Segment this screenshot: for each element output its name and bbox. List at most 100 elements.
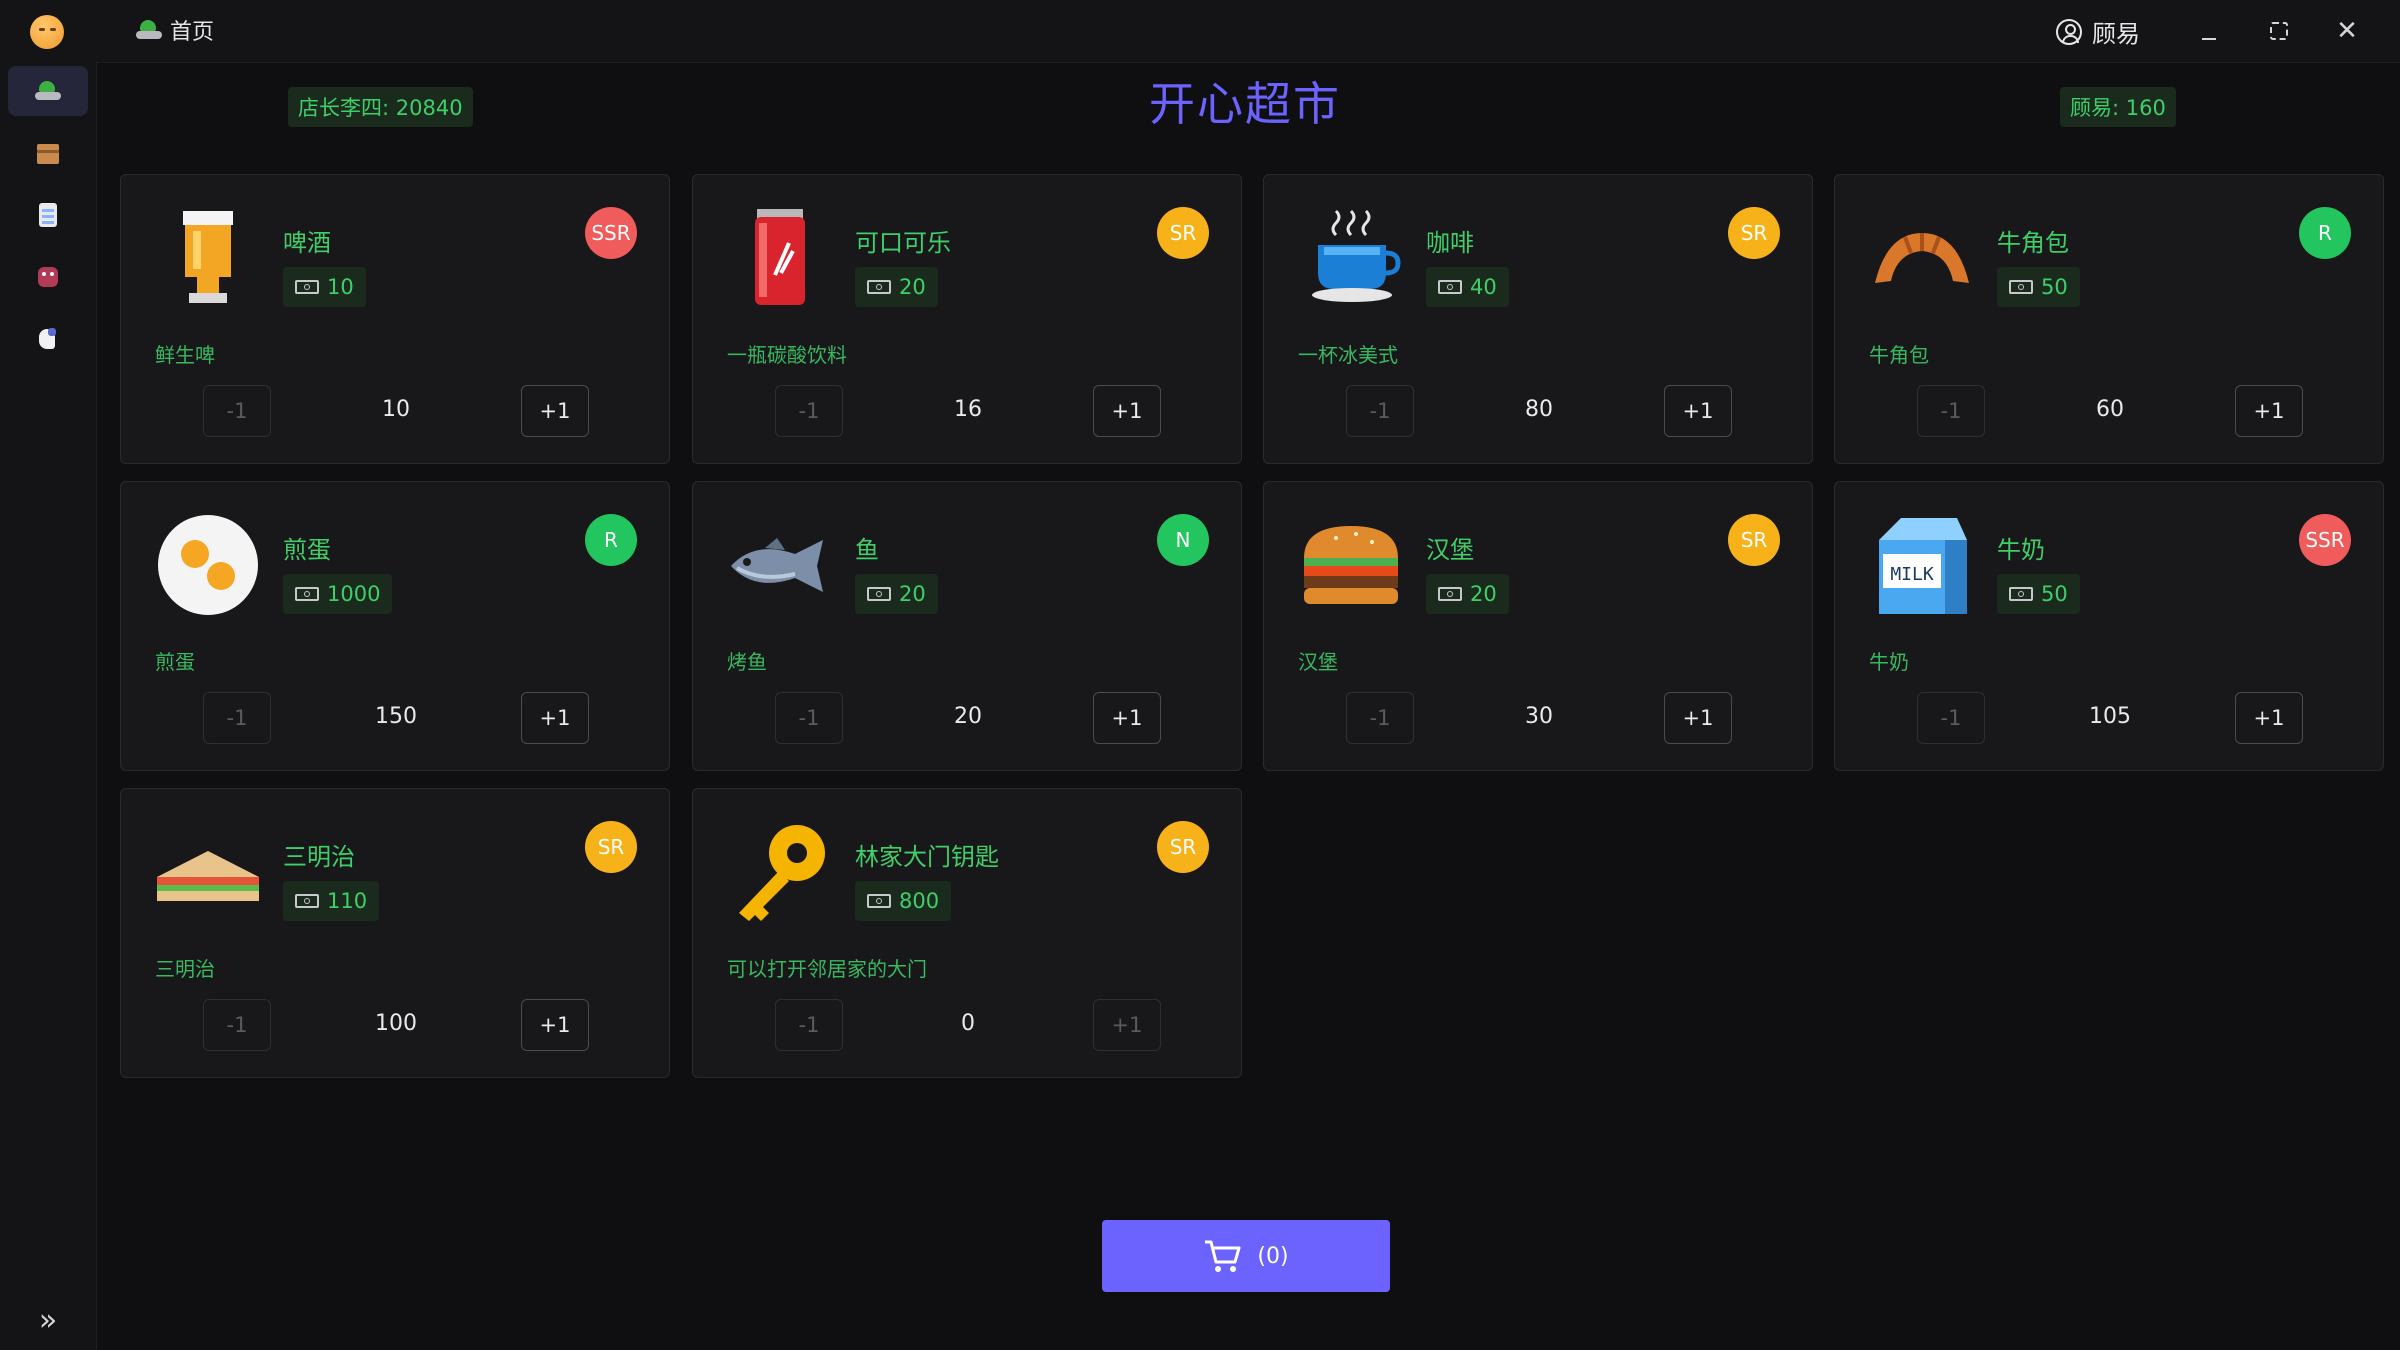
maximize-icon [2270,22,2288,40]
tab-home[interactable]: 首页 [136,14,214,46]
product-name: 牛奶 [1997,536,2045,564]
decrement-button[interactable]: -1 [203,385,271,437]
cash-icon [2009,280,2033,294]
price-value: 20 [899,275,926,299]
rarity-badge: R [2299,207,2351,259]
product-description: 可以打开邻居家的大门 [727,957,927,981]
cart-count: (0) [1257,1243,1289,1269]
increment-button[interactable]: +1 [521,999,589,1051]
svg-text:MILK: MILK [1890,564,1934,585]
decrement-button[interactable]: -1 [1917,385,1985,437]
price-tag: 20 [855,574,938,614]
maximize-button[interactable] [2262,14,2296,48]
quantity-value: 30 [1525,704,1553,729]
product-name: 汉堡 [1426,536,1474,564]
quantity-value: 80 [1525,397,1553,422]
cash-icon [295,280,319,294]
notepad-icon [34,202,62,228]
tab-home-label: 首页 [170,20,215,45]
decrement-button[interactable]: -1 [203,999,271,1051]
user-name: 顾易 [2092,20,2140,48]
product-description: 烤鱼 [727,650,767,674]
customer-balance: 顾易: 160 [2060,87,2176,127]
product-card: 三明治 110 SR 三明治 -1 100 +1 [120,788,670,1078]
product-name: 可口可乐 [855,229,951,257]
minimize-button[interactable] [2192,14,2226,48]
price-tag: 10 [283,267,366,307]
product-name: 煎蛋 [283,536,331,564]
sidebar-item-inventory[interactable] [8,128,88,178]
increment-button[interactable]: +1 [1093,385,1161,437]
decrement-button[interactable]: -1 [1346,692,1414,744]
product-description: 一杯冰美式 [1298,343,1398,367]
increment-button[interactable]: +1 [2235,692,2303,744]
cash-icon [295,894,319,908]
decrement-button[interactable]: -1 [1917,692,1985,744]
rarity-badge: N [1157,514,1209,566]
product-card: 鱼 20 N 烤鱼 -1 20 +1 [692,481,1242,771]
decrement-button[interactable]: -1 [203,692,271,744]
increment-button[interactable]: +1 [1093,692,1161,744]
rarity-badge: SR [1157,207,1209,259]
close-button[interactable]: ✕ [2330,14,2364,48]
price-value: 800 [899,889,940,913]
product-card: 林家大门钥匙 800 SR 可以打开邻居家的大门 -1 0 +1 [692,788,1242,1078]
decrement-button[interactable]: -1 [775,385,843,437]
increment-button[interactable]: +1 [2235,385,2303,437]
price-value: 1000 [327,582,381,606]
price-value: 110 [327,889,368,913]
sidebar-item-notes[interactable] [8,190,88,240]
cash-icon [1438,587,1462,601]
product-name: 啤酒 [283,229,331,257]
rarity-badge: SR [585,821,637,873]
product-card: 煎蛋 1000 R 煎蛋 -1 150 +1 [120,481,670,771]
expand-sidebar-button[interactable]: » [30,1302,66,1338]
rarity-badge: SR [1728,514,1780,566]
product-card: 汉堡 20 SR 汉堡 -1 30 +1 [1263,481,1813,771]
user-menu[interactable]: 顾易 [2056,14,2140,49]
user-icon [2056,18,2082,45]
quantity-value: 0 [961,1011,975,1036]
increment-button[interactable]: +1 [1664,692,1732,744]
product-description: 汉堡 [1298,650,1338,674]
product-description: 煎蛋 [155,650,195,674]
shopkeeper-balance: 店长李四: 20840 [288,87,473,127]
sidebar-item-horse[interactable] [8,314,88,364]
cash-icon [867,894,891,908]
price-value: 40 [1470,275,1497,299]
cash-icon [867,280,891,294]
product-description: 牛奶 [1869,650,1909,674]
increment-button[interactable]: +1 [521,385,589,437]
page-title: 开心超市 [1149,77,1341,131]
price-tag: 50 [1997,574,2080,614]
fish-icon [725,510,835,620]
sidebar-item-home[interactable] [8,66,88,116]
sidebar-item-monster[interactable] [8,252,88,302]
product-card: 啤酒 10 SSR 鲜生啤 -1 10 +1 [120,174,670,464]
decrement-button[interactable]: -1 [775,999,843,1051]
price-tag: 40 [1426,267,1509,307]
product-name: 鱼 [855,536,879,564]
decrement-button[interactable]: -1 [775,692,843,744]
box-icon [34,140,62,166]
quantity-value: 60 [2096,397,2124,422]
sandwich-icon [153,817,263,927]
quantity-value: 150 [375,704,417,729]
price-tag: 110 [283,881,380,921]
increment-button[interactable]: +1 [1093,999,1161,1051]
increment-button[interactable]: +1 [1664,385,1732,437]
decrement-button[interactable]: -1 [1346,385,1414,437]
cart-button[interactable]: (0) [1102,1220,1390,1292]
island-icon [35,80,61,102]
price-value: 20 [1470,582,1497,606]
cola-icon [725,203,835,313]
cash-icon [867,587,891,601]
burger-icon [1296,510,1406,620]
product-name: 咖啡 [1426,229,1474,257]
product-name: 林家大门钥匙 [855,843,999,871]
product-description: 牛角包 [1869,343,1929,367]
beer-icon [153,203,263,313]
increment-button[interactable]: +1 [521,692,589,744]
product-card: MILK 牛奶 50 SSR 牛奶 -1 105 +1 [1834,481,2384,771]
monster-icon [34,264,62,290]
